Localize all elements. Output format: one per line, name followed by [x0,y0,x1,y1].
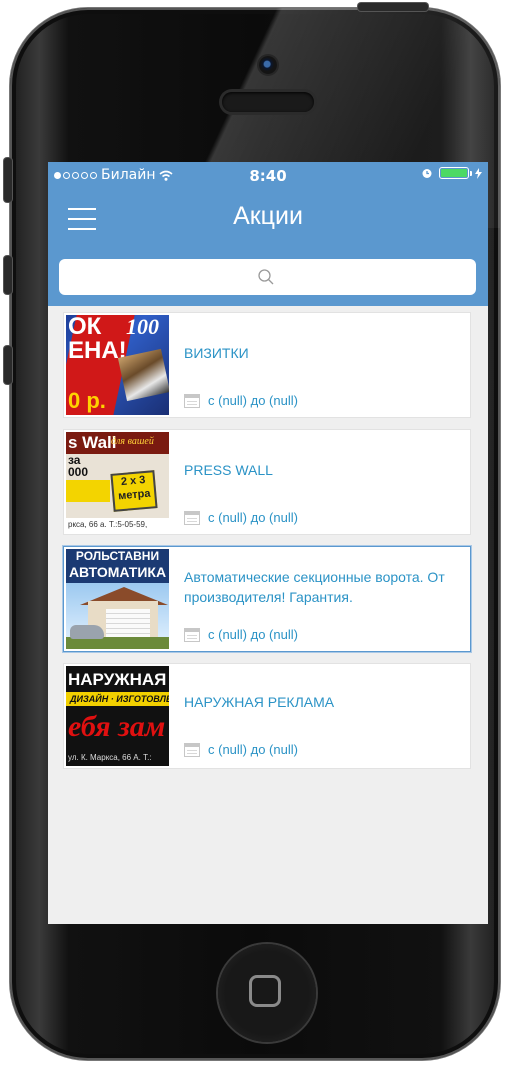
list-item-selected[interactable]: РОЛЬСТАВНИ АВТОМАТИКА Автоматические сек… [63,546,471,652]
alarm-icon [422,169,432,178]
promotion-date: с (null) до (null) [184,510,298,525]
thumb-text: 000 [68,465,89,479]
home-button[interactable] [218,944,316,1042]
promotion-title: Автоматические секционные ворота. От про… [184,569,445,605]
thumb-text: ркса, 66 а. Т.:5-05-59, [66,518,169,532]
page-title: Акции [233,202,303,230]
calendar-icon [184,627,200,642]
calendar-icon [184,510,200,525]
calendar-icon [184,742,200,757]
status-right [421,167,482,179]
list-item[interactable]: s Wall для вашей за 000 2 х 3 метра ркса… [63,429,471,535]
promotion-thumbnail: НАРУЖНАЯ Р ДИЗАЙН · ИЗГОТОВЛЕ ебя зам ул… [66,666,169,766]
search-icon [258,269,274,285]
search-input[interactable] [59,259,476,295]
promotion-title: НАРУЖНАЯ РЕКЛАМА [184,694,335,710]
promotion-title: ВИЗИТКИ [184,345,249,361]
thumb-text: 2 х 3 метра [110,470,158,512]
date-range-text: с (null) до (null) [208,742,298,757]
thumb-text: НАРУЖНАЯ Р [68,670,169,689]
calendar-icon [184,393,200,408]
promotion-date: с (null) до (null) [184,393,298,408]
promotion-date: с (null) до (null) [184,627,298,642]
app-header: Билайн 8:40 Акции [48,162,488,306]
thumb-text: ул. К. Маркса, 66 А. Т.: [68,753,152,762]
thumb-text: ОК [68,315,102,340]
list-item[interactable]: ОК ЕНА! 100 0 р. ВИЗИТКИ с (null) до (nu… [63,312,471,418]
date-range-text: с (null) до (null) [208,510,298,525]
promotion-title: PRESS WALL [184,462,273,478]
volume-up-button [4,256,12,294]
thumb-text: для вашей [111,436,154,447]
app-screen: Билайн 8:40 Акции ОК ЕНА! 100 0 р. ВИЗИТ… [48,162,488,924]
home-square-icon [249,975,281,1007]
thumb-text: ебя зам [68,710,166,743]
battery-icon [439,167,472,179]
thumb-text: АВТОМАТИКА [68,564,167,580]
front-camera [259,56,277,74]
promotion-thumbnail: РОЛЬСТАВНИ АВТОМАТИКА [66,549,169,649]
thumb-text: РОЛЬСТАВНИ [75,549,160,563]
thumb-text: ДИЗАЙН · ИЗГОТОВЛЕ [66,692,169,706]
power-button [358,3,428,11]
promotion-date: с (null) до (null) [184,742,298,757]
thumb-text: 100 [126,315,159,339]
mute-switch [4,158,12,202]
promotion-thumbnail: s Wall для вашей за 000 2 х 3 метра ркса… [66,432,169,532]
charging-bolt-icon [475,167,482,179]
list-item[interactable]: НАРУЖНАЯ Р ДИЗАЙН · ИЗГОТОВЛЕ ебя зам ул… [63,663,471,769]
date-range-text: с (null) до (null) [208,393,298,408]
earpiece-speaker [222,92,314,112]
date-range-text: с (null) до (null) [208,627,298,642]
promotion-thumbnail: ОК ЕНА! 100 0 р. [66,315,169,415]
thumb-text: 0 р. [68,388,106,413]
status-bar: Билайн 8:40 [48,162,488,188]
volume-down-button [4,346,12,384]
